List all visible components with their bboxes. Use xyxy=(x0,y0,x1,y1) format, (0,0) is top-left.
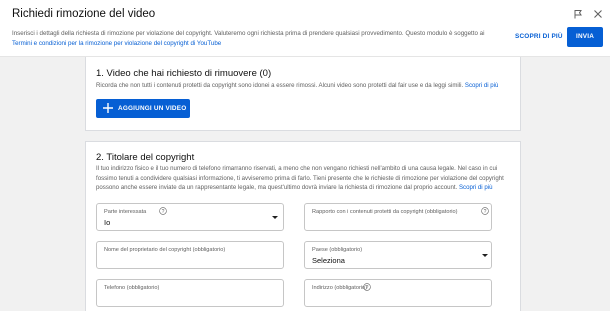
copyright-owner-section: 2. Titolare del copyright Il tuo indiriz… xyxy=(85,141,521,311)
svg-text:?: ? xyxy=(366,285,369,291)
dropdown-caret-icon xyxy=(272,216,278,219)
add-video-label: AGGIUNGI UN VIDEO xyxy=(118,105,187,112)
interested-party-select[interactable]: Parte interessata ? Io xyxy=(96,203,284,231)
phone-label: Telefono (obbligatorio) xyxy=(104,285,160,291)
address-field[interactable]: Indirizzo (obbligatorio) ? xyxy=(304,279,492,307)
videos-section: 1. Video che hai richiesto di rimuovere … xyxy=(85,57,521,131)
owner-section-title: 2. Titolare del copyright xyxy=(96,152,195,163)
flag-icon[interactable] xyxy=(573,9,583,19)
country-value: Seleziona xyxy=(312,256,345,265)
close-icon[interactable] xyxy=(593,9,603,19)
owner-learn-more-link[interactable]: Scopri di più xyxy=(459,184,493,191)
add-video-button[interactable]: AGGIUNGI UN VIDEO xyxy=(96,99,190,118)
interested-party-label: Parte interessata xyxy=(104,209,147,215)
address-label: Indirizzo (obbligatorio) xyxy=(312,285,368,291)
country-label: Paese (obbligatorio) xyxy=(312,247,363,253)
owner-name-label: Nome del proprietario del copyright (obb… xyxy=(104,247,226,253)
videos-learn-more-link[interactable]: Scopri di più xyxy=(465,82,499,89)
owner-section-desc: Il tuo indirizzo fisico e il tuo numero … xyxy=(96,164,514,193)
page-title: Richiedi rimozione del video xyxy=(12,8,156,20)
send-button[interactable]: INVIA xyxy=(567,27,603,47)
videos-section-desc: Ricorda che non tutti i contenuti protet… xyxy=(96,81,514,91)
videos-section-title: 1. Video che hai richiesto di rimuovere … xyxy=(96,68,272,79)
page-subtitle: Inserisci i dettagli della richiesta di … xyxy=(12,29,497,49)
owner-name-field[interactable]: Nome del proprietario del copyright (obb… xyxy=(96,241,284,269)
dialog-header: Richiedi rimozione del video Inserisci i… xyxy=(0,0,610,57)
plus-icon xyxy=(103,103,113,113)
svg-text:?: ? xyxy=(484,209,487,215)
relationship-field[interactable]: Rapporto con i contenuti protetti da cop… xyxy=(304,203,492,231)
help-icon[interactable]: ? xyxy=(481,207,489,215)
dropdown-caret-icon xyxy=(482,254,488,257)
terms-link[interactable]: Termini e condizioni per la rimozione pe… xyxy=(12,40,221,47)
learn-more-button[interactable]: SCOPRI DI PIÙ xyxy=(515,30,563,44)
videos-desc-text: Ricorda che non tutti i contenuti protet… xyxy=(96,82,464,89)
phone-field[interactable]: Telefono (obbligatorio) xyxy=(96,279,284,307)
owner-desc-text: Il tuo indirizzo fisico e il tuo numero … xyxy=(96,165,504,191)
interested-party-value: Io xyxy=(104,218,111,227)
relationship-label: Rapporto con i contenuti protetti da cop… xyxy=(312,209,458,215)
svg-text:?: ? xyxy=(162,209,165,215)
subtitle-text: Inserisci i dettagli della richiesta di … xyxy=(12,30,485,37)
help-icon[interactable]: ? xyxy=(159,207,167,215)
help-icon[interactable]: ? xyxy=(363,283,371,291)
country-select[interactable]: Paese (obbligatorio) Seleziona xyxy=(304,241,492,269)
